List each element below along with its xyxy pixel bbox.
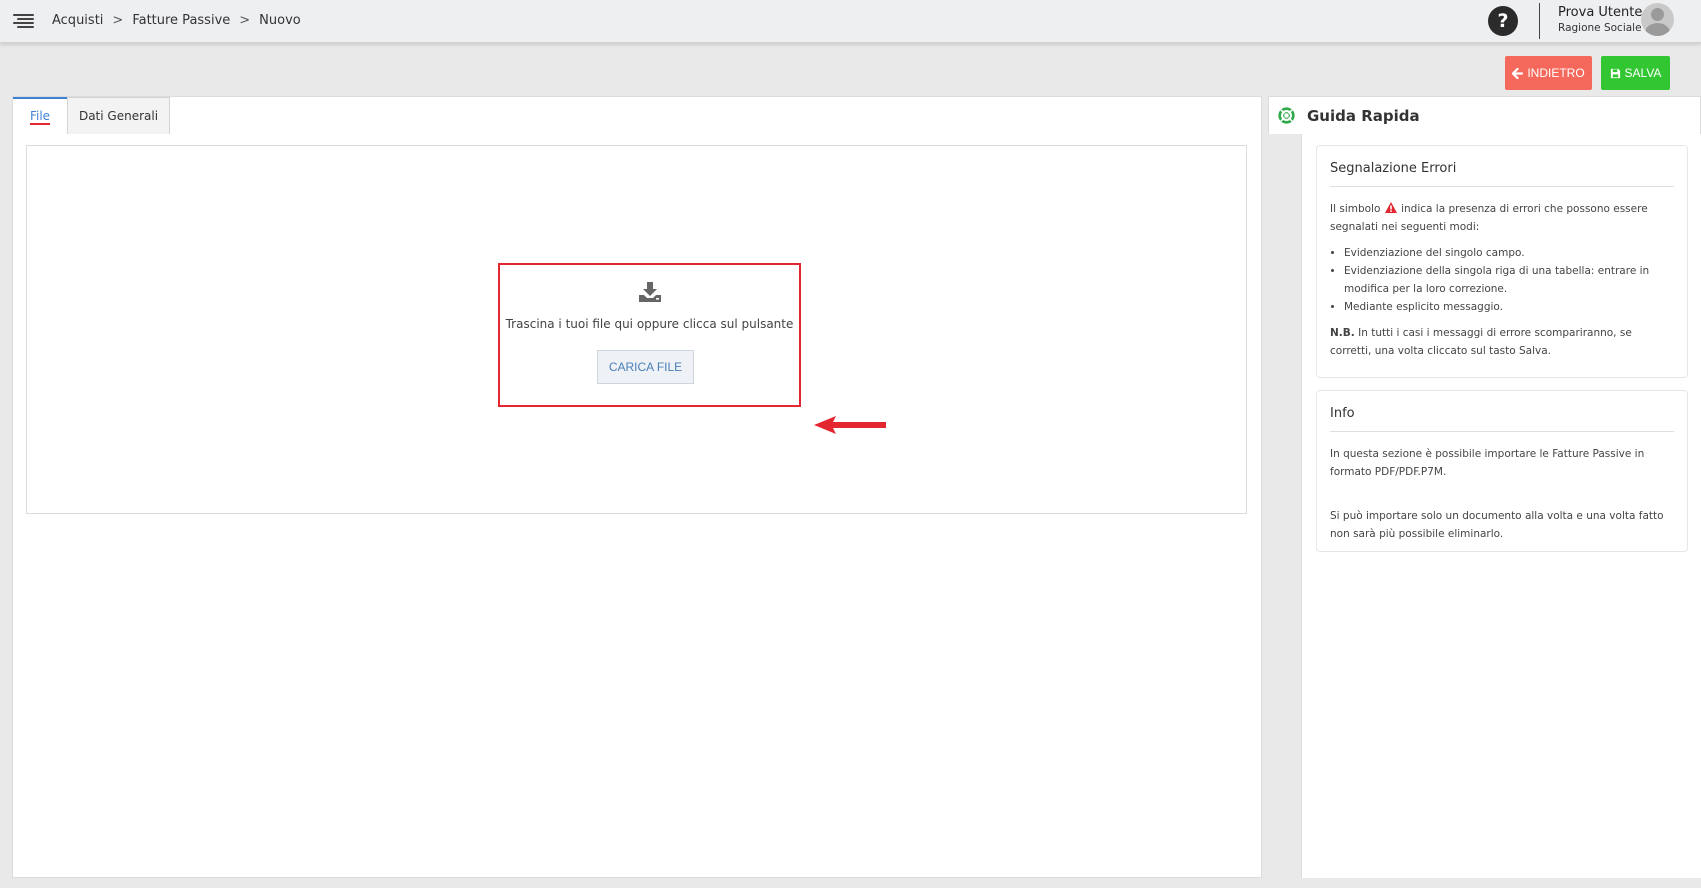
breadcrumb-item-fatture-passive[interactable]: Fatture Passive: [132, 13, 230, 28]
info-paragraph-1: In questa sezione è possibile importare …: [1330, 448, 1645, 478]
back-button[interactable]: INDIETRO: [1505, 56, 1592, 90]
avatar[interactable]: [1641, 3, 1674, 36]
header-divider: [1539, 3, 1540, 39]
lifebuoy-icon: [1278, 107, 1295, 124]
breadcrumb-separator: >: [112, 13, 124, 28]
top-bar: Acquisti > Fatture Passive > Nuovo ? Pro…: [0, 0, 1701, 43]
file-drop-zone[interactable]: Trascina i tuoi file qui oppure clicca s…: [26, 145, 1247, 514]
note-label: N.B.: [1330, 327, 1355, 339]
breadcrumb: Acquisti > Fatture Passive > Nuovo: [52, 13, 301, 28]
list-item: Evidenziazione del singolo campo.: [1344, 244, 1674, 262]
guide-panel: Guida Rapida Segnalazione Errori Il simb…: [1268, 96, 1701, 878]
help-icon[interactable]: ?: [1488, 6, 1518, 36]
back-button-label: INDIETRO: [1527, 66, 1585, 80]
error-reporting-intro: Il simbolo indica la presenza di errori …: [1330, 200, 1674, 236]
warning-icon: [1384, 202, 1397, 213]
guide-body: Segnalazione Errori Il simbolo indica la…: [1301, 134, 1701, 878]
info-card: Info In questa sezione è possibile impor…: [1316, 390, 1688, 552]
save-button[interactable]: SALVA: [1601, 56, 1670, 90]
upload-file-button[interactable]: CARICA FILE: [597, 350, 694, 384]
arrow-left-icon: [814, 416, 886, 434]
hamburger-menu-icon[interactable]: [13, 13, 34, 29]
intro-text-before: Il simbolo: [1330, 203, 1381, 215]
tab-file[interactable]: File: [13, 97, 67, 134]
breadcrumb-item-nuovo: Nuovo: [259, 13, 301, 28]
main-panel: File Dati Generali Trascina i tuoi file …: [12, 96, 1262, 878]
user-company: Ragione Sociale: [1558, 22, 1642, 34]
user-name: Prova Utente: [1558, 5, 1643, 20]
breadcrumb-separator: >: [239, 13, 251, 28]
note-text: In tutti i casi i messaggi di errore sco…: [1330, 327, 1632, 357]
guide-header: Guida Rapida: [1268, 96, 1701, 134]
save-button-label: SALVA: [1624, 66, 1662, 80]
info-title: Info: [1330, 391, 1674, 432]
error-modes-list: Evidenziazione del singolo campo. Eviden…: [1344, 244, 1674, 316]
tab-file-label: File: [29, 108, 51, 125]
error-reporting-card: Segnalazione Errori Il simbolo indica la…: [1316, 145, 1688, 378]
tab-dati-generali-label: Dati Generali: [78, 109, 159, 123]
error-reporting-note: N.B. In tutti i casi i messaggi di error…: [1330, 324, 1674, 360]
error-reporting-title: Segnalazione Errori: [1330, 146, 1674, 187]
upload-highlight-box: Trascina i tuoi file qui oppure clicca s…: [498, 263, 801, 407]
guide-title: Guida Rapida: [1307, 106, 1420, 125]
drop-instruction: Trascina i tuoi file qui oppure clicca s…: [505, 317, 794, 331]
breadcrumb-item-acquisti[interactable]: Acquisti: [52, 13, 103, 28]
list-item: Mediante esplicito messaggio.: [1344, 298, 1674, 316]
list-item: Evidenziazione della singola riga di una…: [1344, 262, 1674, 298]
tab-dati-generali[interactable]: Dati Generali: [67, 97, 170, 134]
arrow-left-icon: [1512, 67, 1524, 79]
download-icon: [639, 282, 661, 302]
info-paragraph-2: Si può importare solo un documento alla …: [1330, 510, 1664, 540]
floppy-disk-icon: [1610, 68, 1620, 78]
